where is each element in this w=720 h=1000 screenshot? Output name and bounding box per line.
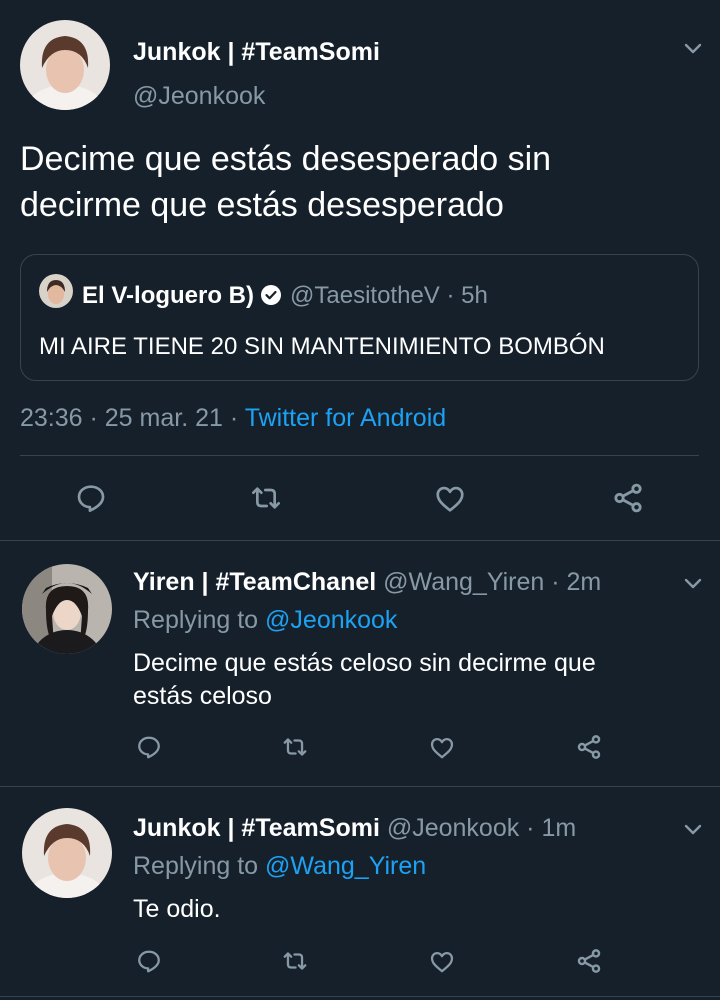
chevron-down-icon[interactable] <box>681 817 705 841</box>
reply-text-line: Te odio. <box>133 895 221 923</box>
replying-to-link[interactable]: @Wang_Yiren <box>265 852 426 880</box>
avatar[interactable] <box>20 20 110 110</box>
tweet-source-link[interactable]: Twitter for Android <box>245 404 446 432</box>
retweet-icon[interactable] <box>282 734 308 760</box>
share-icon[interactable] <box>611 481 645 515</box>
chevron-down-icon[interactable] <box>681 36 705 60</box>
author-display-name[interactable]: Junkok | #TeamSomi <box>133 38 380 67</box>
avatar[interactable] <box>22 564 112 654</box>
replying-to-link[interactable]: @Jeonkook <box>265 606 397 634</box>
reply-text-line: estás celoso <box>133 682 272 710</box>
author-display-name[interactable]: Junkok | #TeamSomi <box>133 814 380 842</box>
author-handle-time[interactable]: @Wang_Yiren · 2m <box>383 568 601 596</box>
tweet-text-line: Decime que estás desesperado sin <box>20 140 552 178</box>
tweet-text-line: decirme que estás desesperado <box>20 186 504 224</box>
quoted-tweet-text: MI AIRE TIENE 20 SIN MANTENIMIENTO BOMBÓ… <box>39 333 605 360</box>
quoted-avatar[interactable] <box>39 274 73 308</box>
author-handle[interactable]: @Jeonkook <box>133 82 265 111</box>
share-icon[interactable] <box>575 733 603 761</box>
like-icon[interactable] <box>434 483 466 515</box>
divider <box>20 455 699 456</box>
retweet-icon[interactable] <box>282 948 308 974</box>
avatar[interactable] <box>22 808 112 898</box>
share-icon[interactable] <box>575 947 603 975</box>
verified-badge-icon <box>260 284 282 306</box>
tweet-timestamp: 23:36 · 25 mar. 21 · <box>20 404 239 432</box>
reply-icon[interactable] <box>75 482 107 514</box>
quoted-handle-time[interactable]: @TaesitotheV · 5h <box>290 282 488 309</box>
like-icon[interactable] <box>429 735 455 761</box>
replying-to-label: Replying to <box>133 606 259 634</box>
quoted-tweet-card[interactable] <box>20 254 699 381</box>
chevron-down-icon[interactable] <box>681 571 705 595</box>
like-icon[interactable] <box>429 949 455 975</box>
author-display-name[interactable]: Yiren | #TeamChanel <box>133 568 376 596</box>
divider <box>0 540 720 541</box>
retweet-icon[interactable] <box>250 482 282 514</box>
quoted-display-name[interactable]: El V-loguero B) <box>82 282 254 309</box>
replying-to-label: Replying to <box>133 852 259 880</box>
author-handle-time[interactable]: @Jeonkook · 1m <box>387 814 576 842</box>
divider <box>0 996 720 997</box>
reply-icon[interactable] <box>136 734 162 760</box>
divider <box>0 786 720 787</box>
reply-icon[interactable] <box>136 948 162 974</box>
reply-text-line: Decime que estás celoso sin decirme que <box>133 649 596 677</box>
